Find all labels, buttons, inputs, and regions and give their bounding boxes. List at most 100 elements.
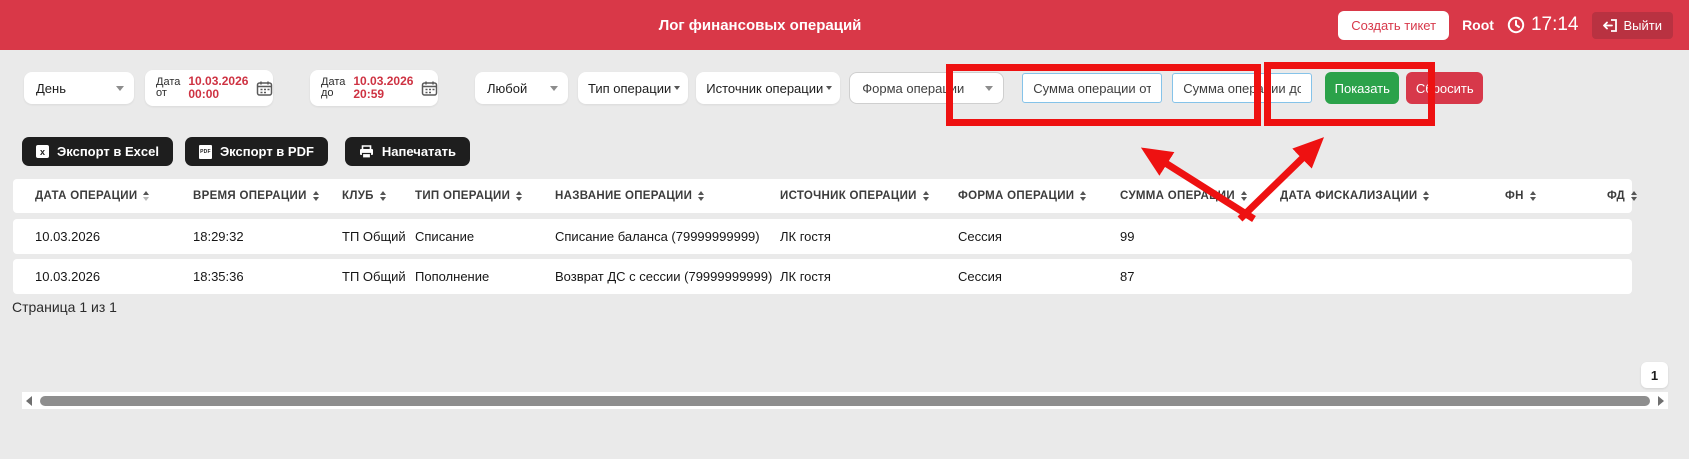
scrollbar-thumb[interactable] <box>40 396 1650 406</box>
export-excel-button[interactable]: x Экспорт в Excel <box>22 137 173 166</box>
chevron-down-icon <box>674 86 680 90</box>
chevron-down-icon <box>826 86 832 90</box>
column-header[interactable]: ТИП ОПЕРАЦИИ <box>415 190 555 202</box>
date-from-value: 10.03.2026 00:00 <box>188 75 248 101</box>
column-header[interactable]: НАЗВАНИЕ ОПЕРАЦИИ <box>555 190 780 202</box>
column-header-label: ДАТА ОПЕРАЦИИ <box>35 190 137 202</box>
column-header-label: НАЗВАНИЕ ОПЕРАЦИИ <box>555 190 692 202</box>
sort-icon <box>1241 191 1247 201</box>
sort-icon <box>1530 191 1536 201</box>
chevron-down-icon <box>550 86 558 91</box>
horizontal-scrollbar[interactable] <box>22 392 1668 409</box>
operation-source-label: Источник операции <box>706 81 823 96</box>
pdf-icon: PDF <box>199 145 212 159</box>
clock-icon <box>1507 16 1525 34</box>
export-pdf-button[interactable]: PDF Экспорт в PDF <box>185 137 328 166</box>
column-header[interactable]: ФН <box>1505 190 1607 202</box>
table-cell: Сессия <box>958 229 1120 244</box>
scrollbar-track[interactable] <box>36 392 1654 409</box>
column-header-label: ДАТА ФИСКАЛИЗАЦИИ <box>1280 190 1417 202</box>
column-header[interactable]: ДАТА ФИСКАЛИЗАЦИИ <box>1280 190 1505 202</box>
table-cell: 10.03.2026 <box>35 229 193 244</box>
print-button[interactable]: Напечатать <box>345 137 470 166</box>
amount-to-input[interactable] <box>1172 73 1312 103</box>
chevron-down-icon <box>116 86 124 91</box>
table-cell: 10.03.2026 <box>35 269 193 284</box>
table-row[interactable]: 10.03.202618:35:36ТП ОбщийПополнениеВозв… <box>13 259 1632 294</box>
date-to-value: 10.03.2026 20:59 <box>353 75 413 101</box>
period-select-value: День <box>36 81 66 96</box>
table-cell: ЛК гостя <box>780 269 958 284</box>
operation-form-select[interactable]: Форма операции <box>849 72 1004 104</box>
sort-icon <box>143 191 149 201</box>
table-cell: ТП Общий <box>342 269 415 284</box>
table-cell: ЛК гостя <box>780 229 958 244</box>
table-cell: Списание баланса (79999999999) <box>555 229 780 244</box>
column-header-label: ТИП ОПЕРАЦИИ <box>415 190 510 202</box>
reset-button[interactable]: Сбросить <box>1406 72 1483 104</box>
column-header[interactable]: ВРЕМЯ ОПЕРАЦИИ <box>193 190 342 202</box>
sort-icon <box>313 191 319 201</box>
clock: 17:14 <box>1507 14 1579 36</box>
operation-type-select[interactable]: Тип операции <box>578 72 688 104</box>
operations-table: ДАТА ОПЕРАЦИИ ВРЕМЯ ОПЕРАЦИИКЛУБ ТИП ОПЕРА… <box>13 179 1632 294</box>
print-label: Напечатать <box>382 144 456 159</box>
table-cell: Пополнение <box>415 269 555 284</box>
column-header-label: ИСТОЧНИК ОПЕРАЦИИ <box>780 190 917 202</box>
operation-source-select[interactable]: Источник операции <box>696 72 840 104</box>
table-body: 10.03.202618:29:32ТП ОбщийСписаниеСписан… <box>13 219 1632 294</box>
scroll-right-arrow[interactable] <box>1654 396 1668 406</box>
column-header[interactable]: КЛУБ <box>342 190 415 202</box>
date-to-picker[interactable]: Дата до 10.03.2026 20:59 <box>310 70 438 106</box>
date-to-label: Дата до <box>321 77 345 99</box>
period-select[interactable]: День <box>24 72 134 104</box>
sort-icon <box>698 191 704 201</box>
sort-icon <box>1423 191 1429 201</box>
sort-icon <box>380 191 386 201</box>
top-bar-controls: Создать тикет Root 17:14 Выйти <box>1338 0 1673 50</box>
table-cell: Сессия <box>958 269 1120 284</box>
column-header[interactable]: ИСТОЧНИК ОПЕРАЦИИ <box>780 190 958 202</box>
show-button[interactable]: Показать <box>1325 72 1399 104</box>
column-header[interactable]: ФД <box>1607 190 1632 202</box>
table-cell: ТП Общий <box>342 229 415 244</box>
filter-row: День Дата от 10.03.2026 00:00 Дата до 10… <box>0 70 1689 106</box>
sort-icon <box>1631 191 1637 201</box>
date-from-picker[interactable]: Дата от 10.03.2026 00:00 <box>145 70 273 106</box>
export-pdf-label: Экспорт в PDF <box>220 144 314 159</box>
column-header[interactable]: СУММА ОПЕРАЦИИ <box>1120 190 1280 202</box>
create-ticket-button[interactable]: Создать тикет <box>1338 11 1449 40</box>
page-summary: Страница 1 из 1 <box>12 299 1689 315</box>
table-cell: 18:29:32 <box>193 229 342 244</box>
column-header-label: ФН <box>1505 190 1524 202</box>
chevron-down-icon <box>985 86 993 91</box>
table-cell: 87 <box>1120 269 1280 284</box>
calendar-icon <box>256 80 273 97</box>
table-cell: 18:35:36 <box>193 269 342 284</box>
column-header-label: ФОРМА ОПЕРАЦИИ <box>958 190 1074 202</box>
status-select[interactable]: Любой <box>475 72 568 104</box>
page-1-button[interactable]: 1 <box>1641 362 1668 388</box>
date-from-label: Дата от <box>156 77 180 99</box>
logout-label: Выйти <box>1624 18 1663 33</box>
logout-button[interactable]: Выйти <box>1592 12 1674 39</box>
export-excel-label: Экспорт в Excel <box>57 144 159 159</box>
column-header-label: СУММА ОПЕРАЦИИ <box>1120 190 1235 202</box>
export-toolbar: x Экспорт в Excel PDF Экспорт в PDF Напе… <box>22 137 1689 166</box>
status-select-value: Любой <box>487 81 527 96</box>
excel-icon: x <box>36 145 49 158</box>
calendar-icon <box>421 80 438 97</box>
table-header-row: ДАТА ОПЕРАЦИИ ВРЕМЯ ОПЕРАЦИИКЛУБ ТИП ОПЕРА… <box>13 179 1632 213</box>
table-cell: 99 <box>1120 229 1280 244</box>
sort-icon <box>516 191 522 201</box>
column-header-label: КЛУБ <box>342 190 374 202</box>
operation-type-label: Тип операции <box>588 81 671 96</box>
column-header[interactable]: ФОРМА ОПЕРАЦИИ <box>958 190 1120 202</box>
column-header[interactable]: ДАТА ОПЕРАЦИИ <box>35 190 193 202</box>
scroll-left-arrow[interactable] <box>22 396 36 406</box>
table-row[interactable]: 10.03.202618:29:32ТП ОбщийСписаниеСписан… <box>13 219 1632 254</box>
printer-icon <box>359 145 374 159</box>
sort-icon <box>923 191 929 201</box>
amount-from-input[interactable] <box>1022 73 1162 103</box>
table-cell: Списание <box>415 229 555 244</box>
